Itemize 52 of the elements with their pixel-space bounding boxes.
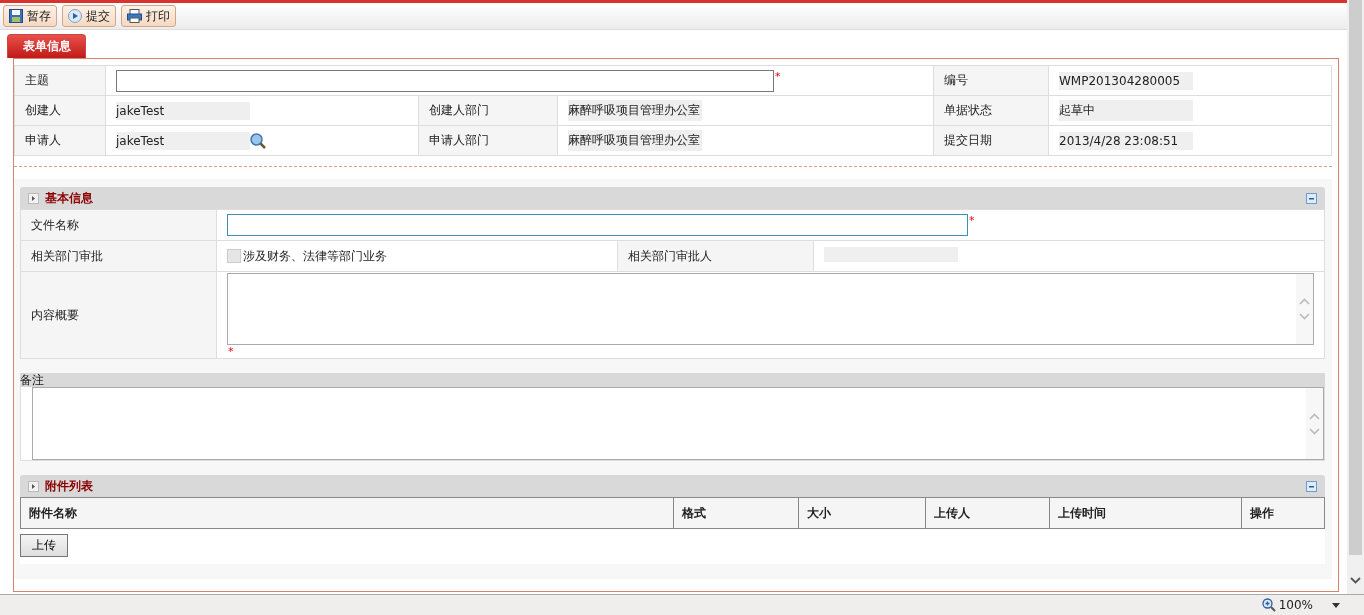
play-circle-icon: [68, 9, 82, 23]
field-value: jakeTest: [116, 101, 250, 120]
field-label: 创建人部门: [418, 95, 558, 126]
column-header: 上传人: [926, 498, 1050, 528]
chevron-down-icon[interactable]: [1350, 577, 1361, 584]
field-label: 相关部门审批人: [617, 240, 814, 272]
remarks-label: 备注: [20, 373, 1325, 387]
search-icon[interactable]: [250, 132, 266, 149]
upload-button[interactable]: 上传: [20, 534, 68, 557]
field-label: 单据状态: [933, 95, 1049, 126]
field-value: jakeTest: [116, 131, 250, 150]
column-header: 大小: [799, 498, 926, 528]
zoom-icon[interactable]: [1261, 598, 1276, 612]
column-header: 格式: [674, 498, 799, 528]
section-title: 附件列表: [45, 477, 94, 495]
checkbox[interactable]: [227, 249, 241, 263]
form-tab[interactable]: 表单信息: [7, 34, 86, 58]
column-header: 操作: [1249, 505, 1275, 522]
file-name-field[interactable]: [227, 214, 968, 236]
field-label: 申请人部门: [418, 125, 558, 156]
field-label: 申请人: [14, 125, 106, 156]
field-label: 相关部门审批: [20, 240, 217, 272]
print-button[interactable]: 打印: [121, 5, 176, 27]
field-value: 起草中: [1059, 100, 1193, 121]
summary-field[interactable]: [227, 273, 1314, 345]
printer-icon: [127, 9, 142, 23]
field-label: 文件名称: [20, 209, 217, 241]
required-mark: *: [775, 69, 781, 83]
subject-field[interactable]: [116, 69, 774, 92]
dropdown-caret-icon[interactable]: [1332, 602, 1340, 608]
field-value: 麻醉呼吸项目管理办公室: [568, 100, 702, 121]
field-label: 提交日期: [933, 125, 1049, 156]
field-value: WMP201304280005: [1059, 71, 1193, 90]
save-button[interactable]: 暂存: [3, 5, 57, 27]
column-header: 上传时间: [1050, 498, 1242, 528]
field-value: 麻醉呼吸项目管理办公室: [568, 130, 702, 151]
submit-button[interactable]: 提交: [62, 5, 116, 27]
required-mark: *: [228, 345, 235, 358]
remarks-field[interactable]: [32, 387, 1324, 460]
collapse-icon[interactable]: [1306, 192, 1317, 204]
column-header: 附件名称: [21, 498, 674, 528]
zoom-level[interactable]: 100%: [1278, 598, 1313, 612]
field-label: 编号: [933, 65, 1049, 96]
section-title: 基本信息: [45, 189, 94, 207]
field-label: 主题: [14, 65, 106, 96]
field-value: 2013/4/28 23:08:51: [1059, 131, 1193, 150]
required-mark: *: [969, 214, 975, 227]
field-label: 创建人: [14, 95, 106, 126]
field-label: 内容概要: [20, 271, 217, 359]
scrollbar[interactable]: [1347, 0, 1364, 594]
collapse-icon[interactable]: [1306, 480, 1317, 492]
checkbox-label: 涉及财务、法律等部门业务: [243, 247, 387, 265]
